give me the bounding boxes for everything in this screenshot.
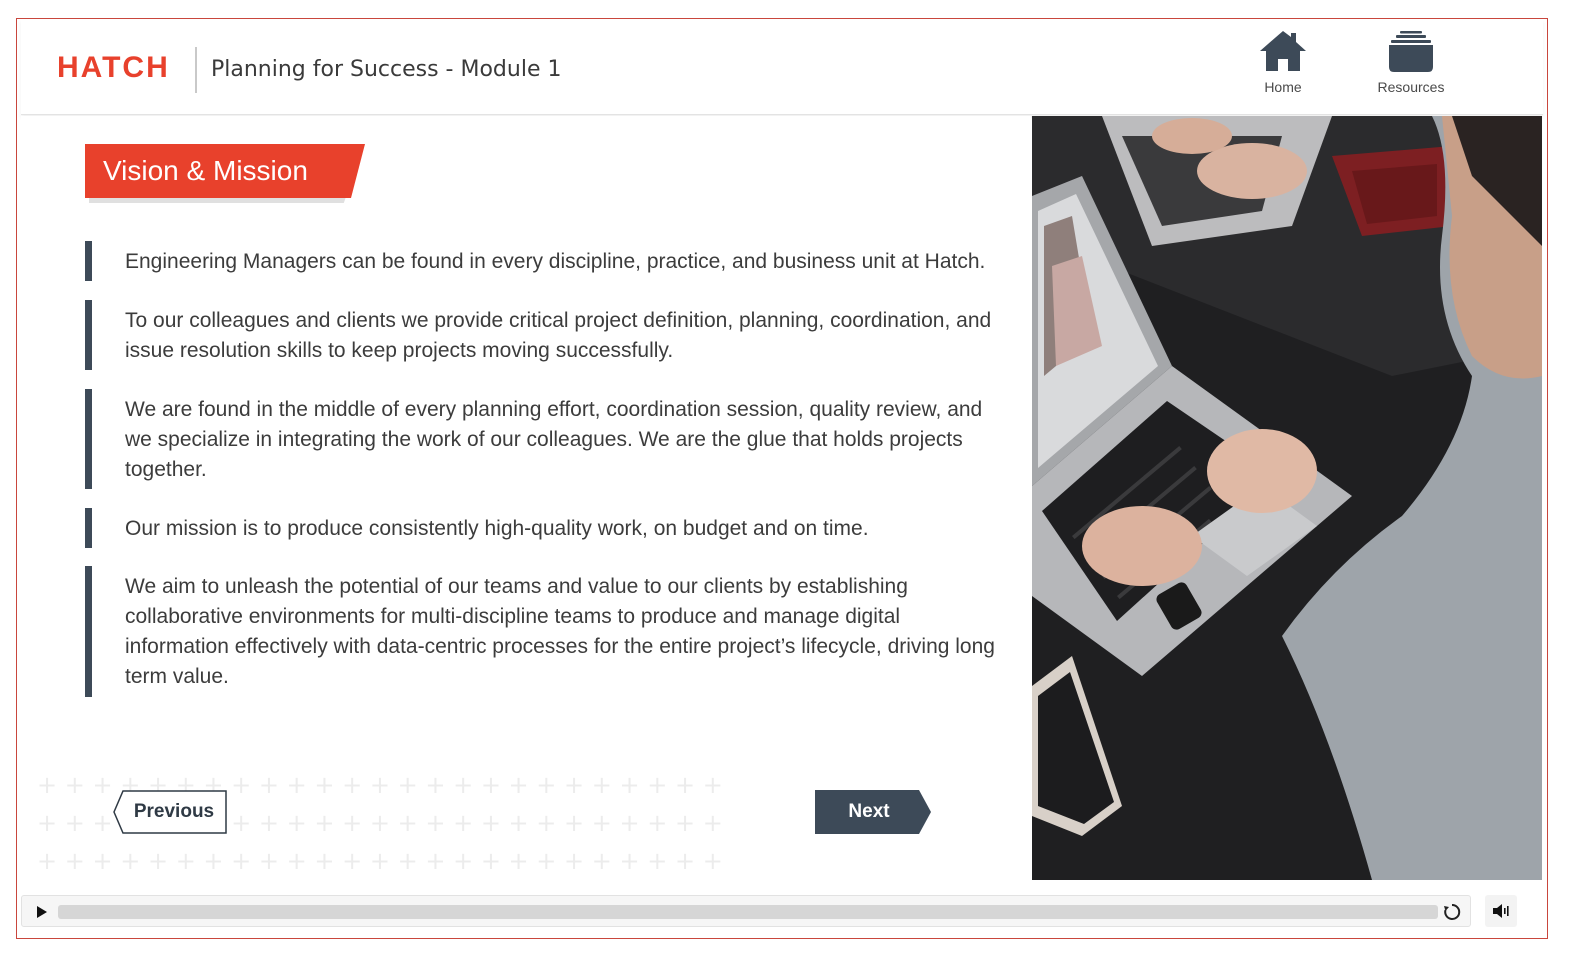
replay-icon: [1444, 903, 1461, 920]
accent-bar: [85, 566, 92, 697]
course-title: Planning for Success - Module 1: [211, 57, 562, 82]
hatch-logo: HATCH: [57, 51, 170, 84]
accent-bar: [85, 241, 92, 281]
paragraph-block: Engineering Managers can be found in eve…: [85, 241, 1005, 281]
paragraph-text: Our mission is to produce consistently h…: [125, 517, 869, 540]
laptop-photo-illustration: [1032, 116, 1542, 880]
accent-bar: [85, 389, 92, 489]
slide-title: Vision & Mission: [103, 155, 308, 186]
paragraph-block: To our colleagues and clients we provide…: [85, 300, 1005, 370]
play-icon: [37, 906, 47, 918]
volume-button[interactable]: [1485, 895, 1517, 927]
play-button[interactable]: [34, 904, 50, 920]
previous-button[interactable]: Previous: [113, 790, 227, 834]
resources-button[interactable]: Resources: [1361, 29, 1461, 107]
seek-bar[interactable]: [58, 905, 1438, 919]
slide-title-banner: Vision & Mission: [85, 144, 365, 203]
next-label: Next: [848, 801, 890, 822]
header-divider: [195, 47, 197, 93]
volume-icon: [1493, 904, 1509, 918]
course-player-frame: HATCH Planning for Success - Module 1 Ho…: [16, 18, 1548, 939]
next-button[interactable]: Next: [815, 790, 931, 834]
paragraph-block: We are found in the middle of every plan…: [85, 389, 1005, 489]
paragraph-block: We aim to unleash the potential of our t…: [85, 566, 1005, 697]
media-player-bar: [21, 895, 1471, 927]
home-label: Home: [1264, 79, 1302, 95]
paragraph-block: Our mission is to produce consistently h…: [85, 508, 1005, 548]
paragraph-text: We aim to unleash the potential of our t…: [125, 575, 995, 688]
laptop-photo: [1032, 116, 1542, 880]
home-button[interactable]: Home: [1233, 29, 1333, 107]
paragraph-text: To our colleagues and clients we provide…: [125, 309, 992, 362]
house-icon: [1260, 31, 1306, 71]
header: HATCH Planning for Success - Module 1 Ho…: [21, 19, 1543, 115]
accent-bar: [85, 300, 92, 370]
paragraph-text: We are found in the middle of every plan…: [125, 398, 983, 481]
resources-label: Resources: [1377, 79, 1445, 95]
slide-content: Vision & Mission Engineering Managers ca…: [21, 116, 1031, 880]
accent-bar: [85, 508, 92, 548]
previous-label: Previous: [133, 801, 215, 822]
paragraph-text: Engineering Managers can be found in eve…: [125, 250, 986, 273]
replay-button[interactable]: [1442, 902, 1462, 922]
folder-stack-icon: [1389, 31, 1433, 72]
